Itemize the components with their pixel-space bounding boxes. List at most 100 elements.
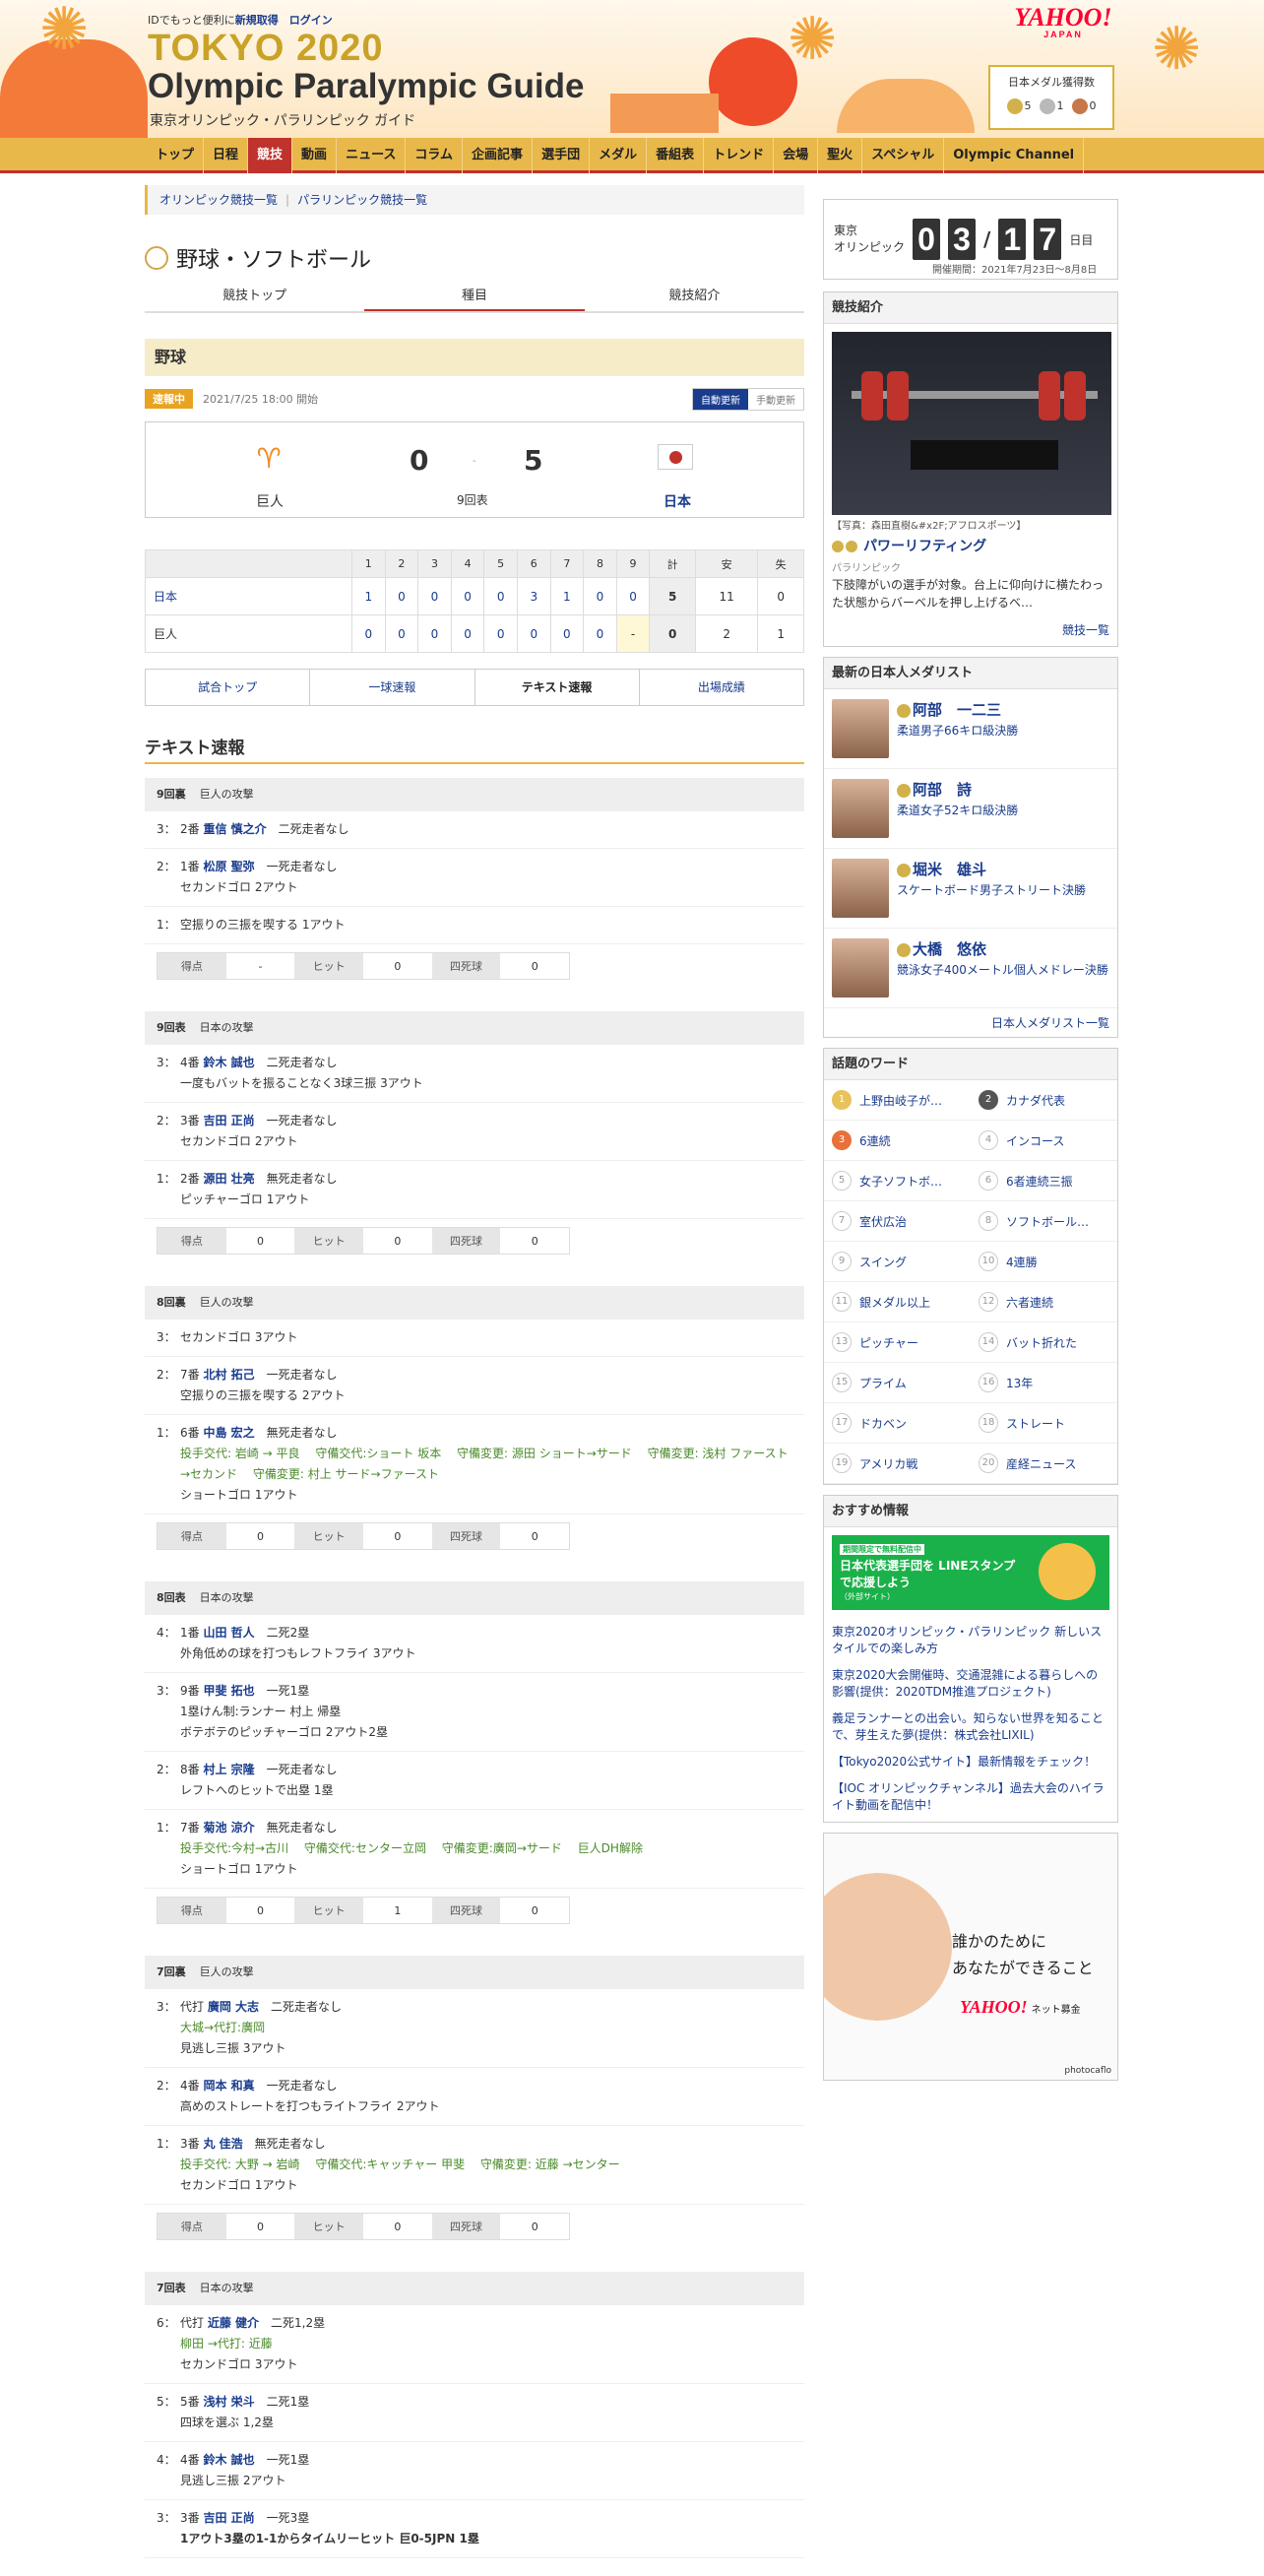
nav-item[interactable]: 動画 bbox=[292, 138, 338, 173]
batter-name[interactable]: 吉田 正尚 bbox=[203, 2511, 254, 2525]
nav-item[interactable]: 企画記事 bbox=[463, 138, 534, 173]
line-stamp-banner[interactable]: 期間限定で無料配信中 日本代表選手団を LINEスタンプで応援しよう （外部サイ… bbox=[832, 1535, 1109, 1610]
trending-word[interactable]: 19 アメリカ戦 bbox=[824, 1444, 971, 1484]
batter-name[interactable]: 浅村 栄斗 bbox=[203, 2395, 254, 2409]
pitch-by-pitch-button[interactable]: 一球速報 bbox=[310, 670, 475, 705]
powerlifting-photo[interactable] bbox=[832, 332, 1111, 515]
paralympic-sports-link[interactable]: パラリンピック競技一覧 bbox=[297, 193, 427, 207]
intro-sport-name[interactable]: パワーリフティング bbox=[824, 532, 1117, 559]
tab-events[interactable]: 種目 bbox=[364, 282, 585, 311]
trending-word[interactable]: 13 ピッチャー bbox=[824, 1322, 971, 1363]
all-sports-link[interactable]: 競技一覧 bbox=[1062, 623, 1109, 637]
trending-word[interactable]: 9 スイング bbox=[824, 1242, 971, 1282]
trending-word[interactable]: 8 ソフトボール… bbox=[971, 1201, 1117, 1242]
batter-name[interactable]: 岡本 和真 bbox=[203, 2079, 254, 2093]
nav-item[interactable]: 日程 bbox=[204, 138, 249, 173]
trending-word[interactable]: 4 インコース bbox=[971, 1121, 1117, 1161]
batter-name[interactable]: 源田 壮亮 bbox=[203, 1172, 254, 1186]
play-item: 5： 5番 浅村 栄斗 二死1塁 四球を選ぶ 1,2塁 bbox=[145, 2384, 804, 2442]
trending-word[interactable]: 20 産経ニュース bbox=[971, 1444, 1117, 1484]
batter-name[interactable]: 北村 拓己 bbox=[203, 1368, 254, 1382]
trending-word[interactable]: 16 13年 bbox=[971, 1363, 1117, 1403]
batter-name[interactable]: 鈴木 誠也 bbox=[203, 2453, 254, 2467]
batter-name[interactable]: 甲斐 拓也 bbox=[203, 1684, 254, 1698]
trending-word[interactable]: 14 バット折れた bbox=[971, 1322, 1117, 1363]
batter-name[interactable]: 中島 宏之 bbox=[203, 1426, 254, 1440]
text-live-button[interactable]: テキスト速報 bbox=[475, 670, 640, 705]
batter-name[interactable]: 鈴木 誠也 bbox=[203, 1056, 254, 1069]
nav-item[interactable]: ニュース bbox=[337, 138, 407, 173]
medalist-item[interactable]: 阿部 一二三 柔道男子66キロ級決勝 bbox=[824, 689, 1117, 769]
nav-item[interactable]: コラム bbox=[406, 138, 464, 173]
trending-word-text: ストレート bbox=[1006, 1416, 1066, 1431]
trending-word[interactable]: 10 4連勝 bbox=[971, 1242, 1117, 1282]
batter-name[interactable]: 廣岡 大志 bbox=[208, 2000, 259, 2014]
auto-update-button[interactable]: 自動更新 bbox=[693, 388, 748, 410]
tab-sport-top[interactable]: 競技トップ bbox=[145, 282, 364, 311]
nav-item[interactable]: 番組表 bbox=[647, 138, 705, 173]
player-stats-button[interactable]: 出場成績 bbox=[640, 670, 803, 705]
batter-name[interactable]: 丸 佳浩 bbox=[203, 2137, 242, 2151]
nav-item[interactable]: 競技 bbox=[248, 138, 293, 173]
batter-name[interactable]: 重信 慎之介 bbox=[203, 822, 266, 836]
tab-sport-intro[interactable]: 競技紹介 bbox=[585, 282, 804, 311]
nav-item[interactable]: Olympic Channel bbox=[944, 138, 1085, 173]
nav-item[interactable]: メダル bbox=[590, 138, 648, 173]
nav-item[interactable]: 会場 bbox=[774, 138, 819, 173]
batter-name[interactable]: 菊池 涼介 bbox=[203, 1821, 254, 1835]
trending-word[interactable]: 17 ドカベン bbox=[824, 1403, 971, 1444]
runner-situation: 一死1塁 bbox=[266, 2453, 310, 2467]
trending-word[interactable]: 18 ストレート bbox=[971, 1403, 1117, 1444]
trending-word[interactable]: 6 6者連続三振 bbox=[971, 1161, 1117, 1201]
recommend-link[interactable]: 東京2020大会開催時、交通混雑による暮らしへの影響(提供：2020TDM推進プ… bbox=[832, 1667, 1109, 1701]
play-number: 3： bbox=[157, 1330, 176, 1344]
batter-name[interactable]: 村上 宗隆 bbox=[203, 1763, 254, 1776]
trending-word[interactable]: 12 六者連続 bbox=[971, 1282, 1117, 1322]
nav-item[interactable]: 選手団 bbox=[533, 138, 591, 173]
medalist-item[interactable]: 堀米 雄斗 スケートボード男子ストリート決勝 bbox=[824, 849, 1117, 929]
medalist-item[interactable]: 大橋 悠依 競泳女子400メートル個人メドレー決勝 bbox=[824, 929, 1117, 1008]
japan-medal-count[interactable]: 日本メダル獲得数 5 1 0 bbox=[988, 65, 1114, 130]
box-team-name[interactable]: 巨人 bbox=[154, 627, 177, 641]
inning-header: 9回表 日本の攻撃 bbox=[145, 1011, 804, 1045]
olympic-sports-link[interactable]: オリンピック競技一覧 bbox=[159, 193, 278, 207]
batter-name[interactable]: 松原 聖弥 bbox=[203, 860, 254, 873]
recommend-link[interactable]: 義足ランナーとの出会い。知らない世界を知ることで、芽生えた夢(提供：株式会社LI… bbox=[832, 1710, 1109, 1744]
away-team-name[interactable]: 日本 bbox=[664, 491, 691, 511]
batter-name[interactable]: 山田 哲人 bbox=[203, 1626, 254, 1640]
donation-ad[interactable]: 誰かのために あなたができること YAHOO! ネット募金 photocaflo bbox=[823, 1833, 1118, 2081]
nav-item[interactable]: スペシャル bbox=[862, 138, 945, 173]
recommend-link[interactable]: 【Tokyo2020公式サイト】最新情報をチェック！ bbox=[832, 1754, 1109, 1771]
login-link[interactable]: ログイン bbox=[289, 14, 333, 27]
inning-label: 7回表 bbox=[157, 2282, 186, 2294]
recommend-link[interactable]: 【IOC オリンピックチャンネル】過去大会のハイライト動画を配信中！ bbox=[832, 1780, 1109, 1814]
recommend-link[interactable]: 東京2020オリンピック・パラリンピック 新しいスタイルでの楽しみ方 bbox=[832, 1624, 1109, 1657]
trending-word[interactable]: 3 6連続 bbox=[824, 1121, 971, 1161]
home-team-name[interactable]: 巨人 bbox=[256, 491, 284, 511]
nav-item[interactable]: トップ bbox=[147, 138, 205, 173]
ad-yahoo-logo: YAHOO! ネット募金 bbox=[960, 1997, 1081, 2018]
medalist-item[interactable]: 阿部 詩柔道女子52キロ級決勝 bbox=[824, 769, 1117, 849]
box-team-name[interactable]: 日本 bbox=[154, 590, 177, 604]
game-top-button[interactable]: 試合トップ bbox=[146, 670, 311, 705]
play-number: 1： bbox=[157, 1821, 176, 1835]
trending-word[interactable]: 11 銀メダル以上 bbox=[824, 1282, 971, 1322]
trending-word[interactable]: 15 プライム bbox=[824, 1363, 971, 1403]
trending-word[interactable]: 2 カナダ代表 bbox=[971, 1080, 1117, 1121]
trending-word[interactable]: 7 室伏広治 bbox=[824, 1201, 971, 1242]
tokyo-2020-logo[interactable]: TOKYO 2020 bbox=[148, 28, 384, 70]
trending-word[interactable]: 1 上野由岐子が… bbox=[824, 1080, 971, 1121]
manual-update-button[interactable]: 手動更新 bbox=[748, 389, 803, 410]
nav-item[interactable]: トレンド bbox=[704, 138, 775, 173]
box-cell: 0 bbox=[583, 577, 617, 615]
yahoo-japan-logo[interactable]: YAHOO! JAPAN bbox=[1010, 5, 1116, 40]
ad-line-2: あなたができること bbox=[952, 1959, 1094, 1977]
batter-name[interactable]: 近藤 健介 bbox=[208, 2316, 259, 2330]
guide-title[interactable]: Olympic Paralympic Guide bbox=[148, 67, 585, 106]
nav-item[interactable]: 聖火 bbox=[818, 138, 863, 173]
signup-link[interactable]: 新規取得 bbox=[235, 14, 279, 27]
trending-word[interactable]: 5 女子ソフトボ… bbox=[824, 1161, 971, 1201]
silver-count-value: 1 bbox=[1056, 99, 1064, 112]
batter-name[interactable]: 吉田 正尚 bbox=[203, 1114, 254, 1127]
medalists-list-link[interactable]: 日本人メダリスト一覧 bbox=[991, 1016, 1109, 1030]
